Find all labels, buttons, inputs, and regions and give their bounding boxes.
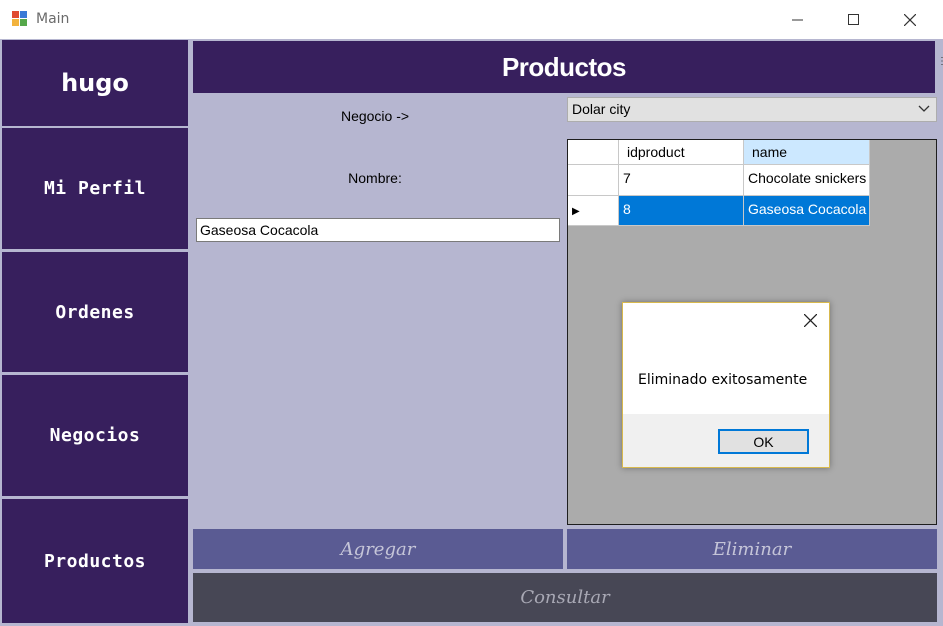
message-dialog: Eliminado exitosamente OK <box>622 302 830 468</box>
agregar-button[interactable]: Agregar <box>193 529 563 569</box>
page-title: Productos <box>193 41 935 93</box>
dialog-message: Eliminado exitosamente <box>638 372 808 388</box>
negocio-select[interactable]: Dolar city <box>567 97 937 122</box>
negocio-label: Negocio -> <box>340 108 410 124</box>
minimize-icon <box>792 19 803 20</box>
sidebar-user-name: hugo <box>2 40 188 126</box>
grid-corner-header <box>568 140 619 165</box>
dialog-footer: OK <box>623 414 829 467</box>
maximize-icon <box>848 13 859 25</box>
app-icon <box>12 11 28 27</box>
eliminar-button[interactable]: Eliminar <box>567 529 937 569</box>
ok-button[interactable]: OK <box>718 429 809 454</box>
sidebar-item-mi-perfil[interactable]: Mi Perfil <box>2 128 188 249</box>
chevron-down-icon <box>918 102 930 117</box>
title-bar: Main <box>0 0 943 39</box>
sidebar-item-ordenes[interactable]: Ordenes <box>2 252 188 372</box>
column-header-idproduct[interactable]: idproduct <box>619 140 744 165</box>
table-cell-idproduct[interactable]: 7 <box>619 165 744 196</box>
table-cell-name[interactable]: Gaseosa Cocacola <box>744 196 870 226</box>
minimize-button[interactable] <box>775 0 821 39</box>
negocio-select-value: Dolar city <box>572 101 631 117</box>
row-header-selected[interactable]: ▶ <box>568 196 619 226</box>
close-window-button[interactable] <box>887 0 933 39</box>
column-header-name[interactable]: name <box>744 140 870 165</box>
row-header[interactable] <box>568 165 619 196</box>
sidebar-item-negocios[interactable]: Negocios <box>2 375 188 496</box>
header-resize-grip-icon: ⋮ <box>937 56 943 67</box>
table-cell-idproduct[interactable]: 8 <box>619 196 744 226</box>
table-cell-name[interactable]: Chocolate snickers <box>744 165 870 196</box>
sidebar-item-productos[interactable]: Productos <box>2 499 188 623</box>
dialog-close-button[interactable] <box>803 311 818 332</box>
window-title: Main <box>36 11 70 27</box>
consultar-button[interactable]: Consultar <box>193 573 937 622</box>
row-selector-arrow-icon: ▶ <box>572 206 580 217</box>
close-icon <box>904 13 916 26</box>
nombre-label: Nombre: <box>348 170 402 186</box>
close-icon <box>803 313 818 328</box>
maximize-button[interactable] <box>831 0 877 39</box>
nombre-input[interactable]: Gaseosa Cocacola <box>196 218 560 242</box>
